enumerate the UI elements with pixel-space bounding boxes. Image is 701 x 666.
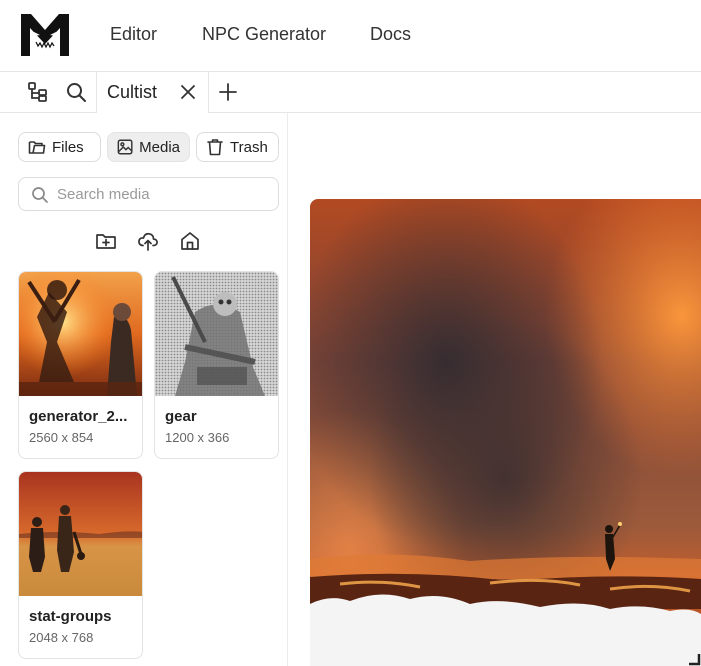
preview-image bbox=[310, 199, 701, 666]
media-card-gear[interactable]: gear 1200 x 366 bbox=[154, 271, 279, 459]
media-card-stat-groups[interactable]: stat-groups 2048 x 768 bbox=[18, 471, 143, 659]
nav-link-docs[interactable]: Docs bbox=[370, 24, 411, 45]
search-media-input[interactable] bbox=[57, 182, 272, 206]
tab-cultist[interactable]: Cultist bbox=[96, 72, 209, 113]
app-logo[interactable] bbox=[18, 10, 72, 60]
media-button[interactable]: Media bbox=[107, 132, 190, 162]
top-navigation: Editor NPC Generator Docs bbox=[0, 0, 701, 72]
tab-label: Cultist bbox=[107, 82, 158, 102]
trash-icon bbox=[207, 139, 223, 156]
media-card-generator[interactable]: generator_2... 2560 x 854 bbox=[18, 271, 143, 459]
thumbnail-fire-cultist bbox=[19, 272, 142, 396]
media-name: gear bbox=[165, 408, 197, 425]
media-label: Media bbox=[139, 138, 180, 156]
thumbnail-desert-warriors bbox=[19, 472, 142, 596]
tab-bar: Cultist bbox=[0, 72, 701, 113]
nav-link-npc-generator[interactable]: NPC Generator bbox=[202, 24, 326, 45]
media-dimensions: 2560 x 854 bbox=[29, 430, 94, 445]
trash-label: Trash bbox=[230, 138, 268, 156]
media-sidebar: Files Media Trash Search media generator… bbox=[0, 113, 288, 666]
image-icon bbox=[117, 139, 133, 155]
media-name: stat-groups bbox=[29, 608, 112, 625]
upload-icon[interactable] bbox=[136, 229, 160, 253]
files-button[interactable]: Files bbox=[18, 132, 101, 162]
media-search bbox=[18, 177, 279, 211]
home-icon[interactable] bbox=[178, 229, 202, 253]
folder-icon bbox=[28, 141, 46, 154]
files-label: Files bbox=[52, 138, 84, 156]
media-dimensions: 1200 x 366 bbox=[165, 430, 230, 445]
search-icon bbox=[32, 187, 48, 203]
add-tab-icon[interactable] bbox=[216, 80, 240, 104]
close-icon[interactable] bbox=[177, 81, 199, 103]
trash-button[interactable]: Trash bbox=[196, 132, 279, 162]
media-preview-area bbox=[289, 113, 701, 666]
media-name: generator_2... bbox=[29, 408, 128, 425]
new-folder-icon[interactable] bbox=[94, 229, 118, 253]
thumbnail-armored-skeleton bbox=[155, 272, 278, 396]
nav-link-editor[interactable]: Editor bbox=[110, 24, 157, 45]
search-icon[interactable] bbox=[64, 80, 88, 104]
media-dimensions: 2048 x 768 bbox=[29, 630, 94, 645]
tree-view-icon[interactable] bbox=[26, 80, 50, 104]
resize-handle-icon[interactable] bbox=[687, 650, 701, 666]
